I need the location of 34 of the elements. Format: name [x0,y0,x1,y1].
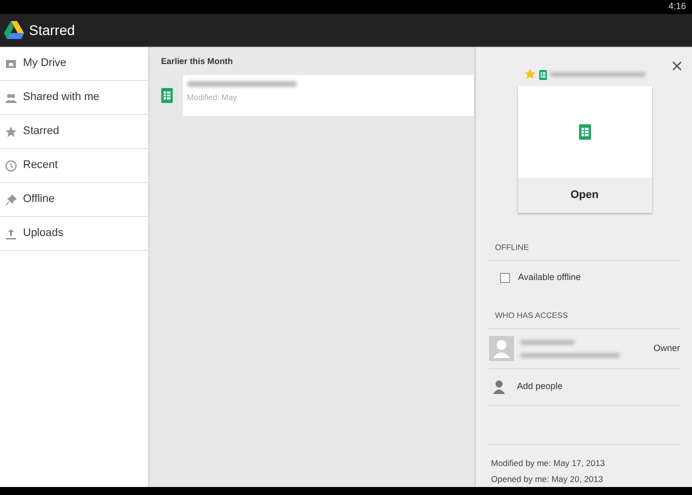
drive-logo-icon [4,21,24,39]
pin-icon [5,194,17,206]
access-role: Owner [653,342,680,355]
person-add-icon [493,380,505,394]
checkbox[interactable] [500,272,510,282]
screen-title: Starred [29,20,75,40]
people-icon [5,92,17,104]
star-icon [5,126,17,138]
section-heading: WHO HAS ACCESS [489,294,680,329]
redacted-text [520,340,575,344]
clock-icon [5,160,17,172]
open-button[interactable]: Open [518,178,652,213]
spreadsheet-icon [160,88,172,103]
section-heading: Earlier this Month [160,54,234,68]
close-button[interactable] [672,61,682,71]
sidebar-item[interactable]: Starred [0,115,148,149]
detail-text: Modified by me: May 17, 2013 [491,457,606,470]
checkbox-label: Available offline [518,270,581,284]
sidebar-item[interactable]: Recent [0,149,148,183]
sidebar-item[interactable]: Uploads [0,217,148,251]
sidebar-item[interactable]: Offline [0,183,148,217]
star-icon[interactable] [524,68,536,80]
clock-time: 4:16 [668,0,686,14]
spreadsheet-icon [538,70,546,80]
upload-icon [5,228,17,240]
avatar [489,336,514,361]
section-heading: OFFLINE [489,213,680,261]
modified-date: Modified: May [187,92,238,104]
detail-text: Opened by me: May 20, 2013 [491,473,604,486]
sidebar-item[interactable]: Shared with me [0,81,148,115]
sidebar-item[interactable]: My Drive [0,47,148,81]
add-people-button[interactable]: Add people [489,369,680,406]
folder-icon [5,58,17,70]
spreadsheet-icon [578,124,590,140]
